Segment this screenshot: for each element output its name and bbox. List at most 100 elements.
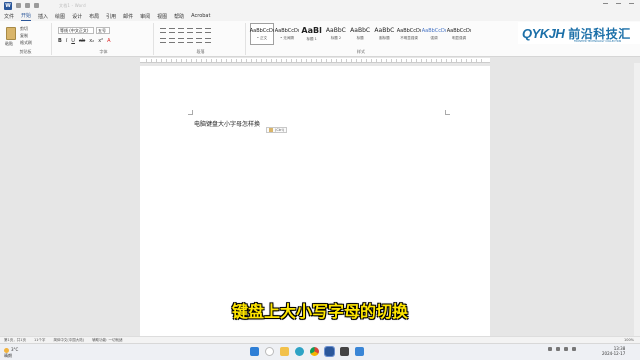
style-normal[interactable]: AaBbCcDı • 正文 bbox=[250, 23, 274, 45]
styles-group-label: 样式 bbox=[357, 49, 365, 54]
format-painter-button[interactable]: 格式刷 bbox=[20, 40, 32, 46]
tab-file[interactable]: 文件 bbox=[4, 13, 14, 20]
autosave-icon[interactable] bbox=[16, 3, 21, 8]
style-subtle-emphasis[interactable]: AaBbCcDı 不明显强调 bbox=[397, 23, 422, 45]
tab-insert[interactable]: 插入 bbox=[38, 13, 48, 20]
close-icon[interactable] bbox=[629, 3, 634, 8]
italic-button[interactable]: I bbox=[66, 38, 67, 44]
weather-widget[interactable]: 3°C 晴朗 bbox=[4, 347, 18, 358]
brand-mark: QYKJH bbox=[522, 25, 565, 41]
style-title[interactable]: AaBbC 标题 bbox=[349, 23, 372, 45]
subscript-button[interactable]: x₂ bbox=[89, 38, 94, 44]
bold-button[interactable]: B bbox=[58, 38, 62, 44]
multilevel-list-icon[interactable] bbox=[178, 28, 184, 33]
ime-icon[interactable] bbox=[556, 347, 560, 351]
document-title: 文档1 - Word bbox=[59, 2, 86, 8]
style-heading-1[interactable]: AaBl 标题 1 bbox=[300, 23, 323, 45]
save-icon[interactable] bbox=[25, 3, 30, 8]
tab-help[interactable]: 帮助 bbox=[174, 13, 184, 20]
search-icon[interactable] bbox=[265, 347, 274, 356]
tab-review[interactable]: 审阅 bbox=[140, 13, 150, 20]
chrome-icon[interactable] bbox=[310, 347, 319, 356]
style-name: 副标题 bbox=[379, 36, 390, 40]
paste-button[interactable]: 粘贴 bbox=[5, 41, 13, 47]
paste-options-label: (Ctrl) bbox=[275, 128, 284, 132]
increase-indent-icon[interactable] bbox=[196, 28, 202, 33]
margin-corner-top-right bbox=[445, 110, 450, 115]
store-icon[interactable] bbox=[355, 347, 364, 356]
minimize-icon[interactable] bbox=[603, 3, 608, 8]
tab-acrobat[interactable]: Acrobat bbox=[191, 13, 210, 19]
paste-icon[interactable] bbox=[6, 27, 16, 40]
style-name: 强调 bbox=[430, 35, 438, 40]
video-subtitle: 键盘上大小写字母的切换 bbox=[231, 302, 408, 321]
undo-icon[interactable] bbox=[34, 3, 39, 8]
numbering-icon[interactable] bbox=[169, 28, 175, 33]
bullets-icon[interactable] bbox=[160, 28, 166, 33]
style-name: 标题 bbox=[356, 36, 364, 40]
document-text[interactable]: 电脑键盘大小字母怎样换 bbox=[194, 119, 260, 128]
chevron-up-icon[interactable] bbox=[548, 347, 552, 351]
justify-icon[interactable] bbox=[187, 38, 193, 43]
font-color-button[interactable]: A bbox=[107, 38, 110, 44]
clock[interactable]: 13:38 2024-12-17 bbox=[602, 346, 625, 356]
tab-references[interactable]: 引用 bbox=[106, 13, 116, 20]
font-group: 等线 (中文正文) 五号 B I U ab x₂ x² A 字体 bbox=[54, 23, 154, 55]
margin-corner-top-left bbox=[188, 110, 193, 115]
taskbar-apps bbox=[250, 346, 364, 357]
strikethrough-button[interactable]: ab bbox=[79, 38, 85, 44]
start-icon[interactable] bbox=[250, 347, 259, 356]
font-format-row: B I U ab x₂ x² A bbox=[58, 38, 111, 44]
superscript-button[interactable]: x² bbox=[98, 38, 103, 44]
accessibility-status[interactable]: 辅助功能: 一切就绪 bbox=[92, 338, 122, 343]
align-right-icon[interactable] bbox=[178, 38, 184, 43]
shading-icon[interactable] bbox=[205, 38, 211, 43]
word-count[interactable]: 11个字 bbox=[34, 338, 45, 343]
style-no-spacing[interactable]: AaBbCcDı • 无间隔 bbox=[274, 23, 300, 45]
paragraph-group: 段落 bbox=[156, 23, 246, 55]
word-taskbar-icon[interactable] bbox=[324, 346, 335, 357]
decrease-indent-icon[interactable] bbox=[187, 28, 193, 33]
style-intense-emphasis[interactable]: AaBbCcDı 明显强调 bbox=[447, 23, 472, 45]
tab-mailings[interactable]: 邮件 bbox=[123, 13, 133, 20]
file-explorer-icon[interactable] bbox=[280, 347, 289, 356]
style-preview: AaBbCcDı bbox=[274, 27, 300, 34]
taskbar: 3°C 晴朗 13:38 2024-12-17 bbox=[0, 343, 640, 360]
align-center-icon[interactable] bbox=[169, 38, 175, 43]
zoom-level[interactable]: 100% bbox=[624, 338, 634, 342]
align-left-icon[interactable] bbox=[160, 38, 166, 43]
sort-icon[interactable] bbox=[205, 28, 211, 33]
style-preview: AaBl bbox=[301, 26, 322, 35]
edge-icon[interactable] bbox=[295, 347, 304, 356]
brand-logo: QYKJH 前沿科技汇 FRONTIER TECHNOLOGY COLLECTI… bbox=[518, 22, 640, 44]
tab-view[interactable]: 视图 bbox=[157, 13, 167, 20]
tab-layout[interactable]: 布局 bbox=[89, 13, 99, 20]
style-name: 明显强调 bbox=[452, 35, 466, 40]
cut-button[interactable]: 剪切 bbox=[20, 26, 28, 32]
volume-icon[interactable] bbox=[572, 347, 576, 351]
tab-design[interactable]: 设计 bbox=[72, 13, 82, 20]
brand-chinese-name: 前沿科技汇 bbox=[568, 26, 631, 41]
language-indicator[interactable]: 简体中文(中国大陆) bbox=[53, 338, 84, 343]
style-emphasis[interactable]: AaBbCcDı 强调 bbox=[422, 23, 447, 45]
wifi-icon[interactable] bbox=[564, 347, 568, 351]
font-size-select[interactable]: 五号 bbox=[96, 27, 110, 34]
style-subtitle[interactable]: AaBbC 副标题 bbox=[373, 23, 396, 45]
clipboard-icon bbox=[269, 128, 273, 132]
maximize-icon[interactable] bbox=[616, 3, 621, 8]
underline-button[interactable]: U bbox=[71, 38, 75, 44]
page-count[interactable]: 第1页，共1页 bbox=[4, 338, 26, 343]
style-preview: AaBbC bbox=[350, 27, 371, 34]
app-icon[interactable] bbox=[340, 347, 349, 356]
style-name: • 正文 bbox=[256, 35, 268, 40]
line-spacing-icon[interactable] bbox=[196, 38, 202, 43]
tab-draw[interactable]: 绘图 bbox=[55, 13, 65, 20]
style-heading-2[interactable]: AaBbC 标题 2 bbox=[324, 23, 347, 45]
style-preview: AaBbC bbox=[325, 27, 346, 34]
font-name-select[interactable]: 等线 (中文正文) bbox=[58, 27, 94, 34]
tab-home[interactable]: 开始 bbox=[21, 12, 32, 21]
list-buttons bbox=[160, 28, 211, 33]
paste-options-button[interactable]: (Ctrl) bbox=[266, 127, 287, 133]
font-group-label: 字体 bbox=[99, 49, 108, 54]
copy-button[interactable]: 复制 bbox=[20, 33, 28, 39]
